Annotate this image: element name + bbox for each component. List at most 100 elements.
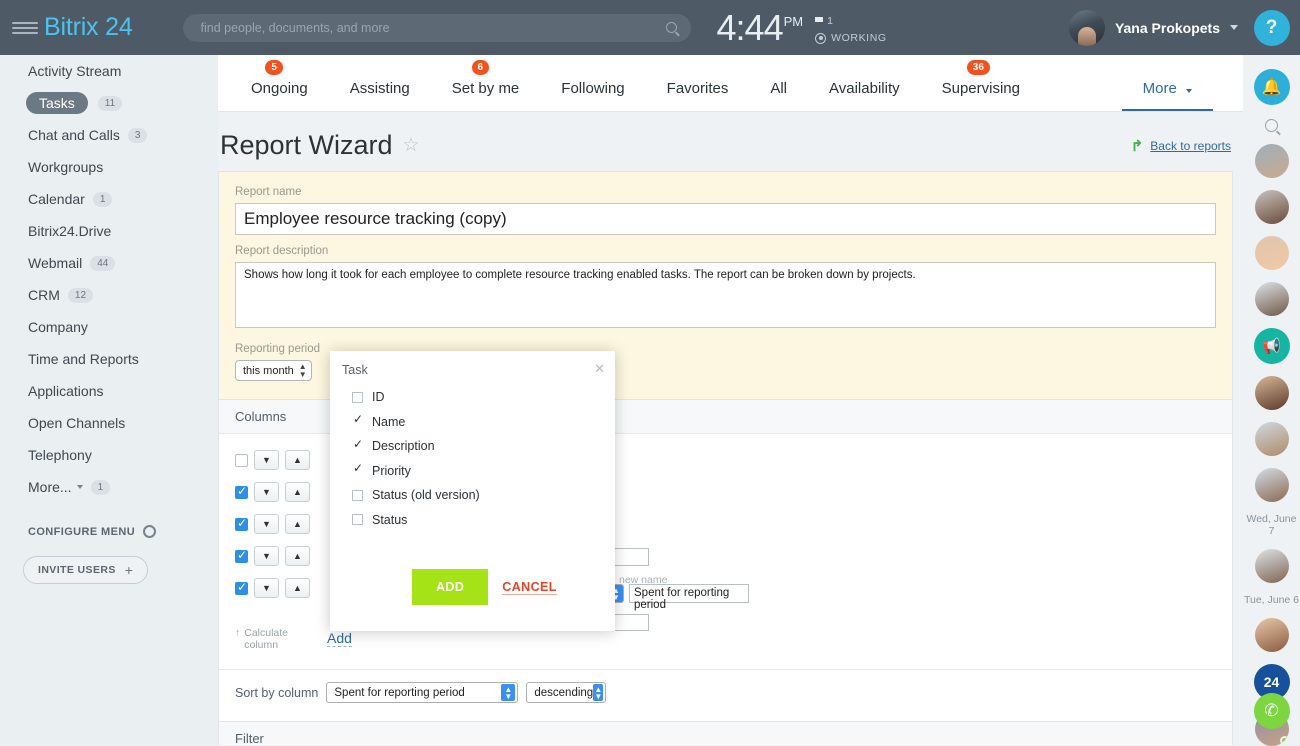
checkbox[interactable] <box>352 465 363 476</box>
move-up-button[interactable]: ▲ <box>285 578 310 598</box>
search-icon[interactable] <box>1265 119 1278 132</box>
record-dot-icon <box>815 33 826 44</box>
plus-icon: + <box>125 562 134 578</box>
move-up-button[interactable]: ▲ <box>285 450 310 470</box>
popup-field-in-status[interactable]: In status <box>352 532 615 537</box>
tab-availability[interactable]: Availability <box>808 80 921 111</box>
avatar[interactable] <box>1255 236 1289 270</box>
menu-burger-icon[interactable] <box>12 22 38 34</box>
bitrix-logo[interactable]: Bitrix 24 <box>44 13 133 42</box>
checkbox[interactable] <box>352 490 363 501</box>
sidebar-item-tasks[interactable]: Tasks11 <box>0 87 218 119</box>
sort-direction-select[interactable]: descending ▲▼ <box>526 682 606 703</box>
back-to-reports-link[interactable]: Back to reports <box>1150 139 1231 153</box>
avatar[interactable] <box>1255 618 1289 652</box>
move-down-button[interactable]: ▼ <box>254 450 279 470</box>
tab-favorites[interactable]: Favorites <box>646 80 750 111</box>
column-checkbox[interactable] <box>235 486 248 499</box>
popup-field-id[interactable]: ID <box>352 385 615 410</box>
tab-label: All <box>770 80 787 97</box>
sidebar-item-label: Applications <box>28 383 104 399</box>
avatar[interactable] <box>1255 376 1289 410</box>
open-channel-icon[interactable]: 📢 <box>1254 328 1290 364</box>
user-menu[interactable]: Yana Prokopets <box>1069 10 1238 46</box>
close-icon[interactable]: ✕ <box>594 361 605 377</box>
move-down-button[interactable]: ▼ <box>254 482 279 502</box>
clock-ampm: PM <box>784 14 804 29</box>
popup-field-status-old-version[interactable]: Status (old version) <box>352 483 615 508</box>
invite-users-button[interactable]: INVITE USERS + <box>23 556 148 584</box>
checkbox[interactable] <box>352 441 363 452</box>
sort-by-column-select[interactable]: Spent for reporting period ▲▼ <box>326 682 518 703</box>
avatar[interactable] <box>1255 422 1289 456</box>
checkbox[interactable] <box>352 416 363 427</box>
add-column-link[interactable]: Add <box>327 630 352 647</box>
tab-more[interactable]: More <box>1122 80 1213 111</box>
notifications-button[interactable]: 🔔 <box>1254 69 1290 105</box>
call-button[interactable]: ✆ <box>1254 693 1290 729</box>
avatar[interactable] <box>1255 190 1289 224</box>
sidebar-item-time-and-reports[interactable]: Time and Reports <box>0 343 218 375</box>
avatar[interactable] <box>1255 144 1289 178</box>
report-name-input[interactable] <box>235 203 1216 235</box>
column-checkbox[interactable] <box>235 550 248 563</box>
return-arrow-icon: ↱ <box>1131 137 1144 155</box>
move-down-button[interactable]: ▼ <box>254 514 279 534</box>
move-up-button[interactable]: ▲ <box>285 482 310 502</box>
sidebar-item-calendar[interactable]: Calendar1 <box>0 183 218 215</box>
popup-field-name[interactable]: Name <box>352 410 615 435</box>
column-checkbox[interactable] <box>235 454 248 467</box>
sidebar-item-more[interactable]: More...1 <box>0 471 218 503</box>
column-checkbox[interactable] <box>235 518 248 531</box>
cancel-button[interactable]: CANCEL <box>502 580 556 595</box>
favorite-star-icon[interactable]: ☆ <box>403 134 420 157</box>
tab-badge: 36 <box>967 60 990 75</box>
tab-set-by-me[interactable]: Set by me6 <box>431 80 541 111</box>
invite-users-label: INVITE USERS <box>38 564 116 576</box>
sidebar-item-count: 12 <box>68 288 93 303</box>
sidebar-item-label: Calendar <box>28 191 85 207</box>
tab-supervising[interactable]: Supervising36 <box>921 80 1041 111</box>
help-button[interactable]: ? <box>1254 10 1290 46</box>
checkbox[interactable] <box>352 392 363 403</box>
sidebar-item-bitrix24-drive[interactable]: Bitrix24.Drive <box>0 215 218 247</box>
popup-field-status[interactable]: Status <box>352 508 615 533</box>
tab-ongoing[interactable]: Ongoing5 <box>230 80 329 111</box>
move-up-button[interactable]: ▲ <box>285 546 310 566</box>
reporting-period-select[interactable]: this month ▲▼ <box>235 360 312 381</box>
search-input[interactable] <box>183 21 691 35</box>
sidebar-item-applications[interactable]: Applications <box>0 375 218 407</box>
sidebar-item-chat-and-calls[interactable]: Chat and Calls3 <box>0 119 218 151</box>
tab-assisting[interactable]: Assisting <box>329 80 431 111</box>
tab-all[interactable]: All <box>749 80 808 111</box>
tab-list: Ongoing5AssistingSet by me6FollowingFavo… <box>230 80 1041 111</box>
sidebar-item-open-channels[interactable]: Open Channels <box>0 407 218 439</box>
sidebar-item-telephony[interactable]: Telephony <box>0 439 218 471</box>
add-button[interactable]: ADD <box>412 569 488 605</box>
sidebar-item-webmail[interactable]: Webmail44 <box>0 247 218 279</box>
sidebar-item-company[interactable]: Company <box>0 311 218 343</box>
configure-menu-button[interactable]: CONFIGURE MENU <box>0 525 218 538</box>
popup-field-priority[interactable]: Priority <box>352 459 615 484</box>
sidebar-item-activity-stream[interactable]: Activity Stream <box>0 55 218 87</box>
sidebar-item-workgroups[interactable]: Workgroups <box>0 151 218 183</box>
move-up-button[interactable]: ▲ <box>285 514 310 534</box>
column-checkbox[interactable] <box>235 582 248 595</box>
flag-count: 1 <box>827 15 833 27</box>
move-down-button[interactable]: ▼ <box>254 578 279 598</box>
back-to-reports[interactable]: ↱ Back to reports <box>1131 137 1231 155</box>
global-search[interactable] <box>183 14 691 42</box>
work-status-block[interactable]: 1 WORKING <box>815 15 887 44</box>
move-down-button[interactable]: ▼ <box>254 546 279 566</box>
avatar[interactable] <box>1255 468 1289 502</box>
sidebar-item-label: Chat and Calls <box>28 127 120 143</box>
new-name-input[interactable]: Spent for reporting period <box>629 584 749 603</box>
avatar[interactable] <box>1255 549 1289 583</box>
sidebar-item-label: Company <box>28 319 88 335</box>
sidebar-item-crm[interactable]: CRM12 <box>0 279 218 311</box>
popup-field-description[interactable]: Description <box>352 434 615 459</box>
avatar[interactable] <box>1255 282 1289 316</box>
report-description-textarea[interactable]: Shows how long it took for each employee… <box>235 262 1216 328</box>
tab-following[interactable]: Following <box>540 80 645 111</box>
checkbox[interactable] <box>352 514 363 525</box>
